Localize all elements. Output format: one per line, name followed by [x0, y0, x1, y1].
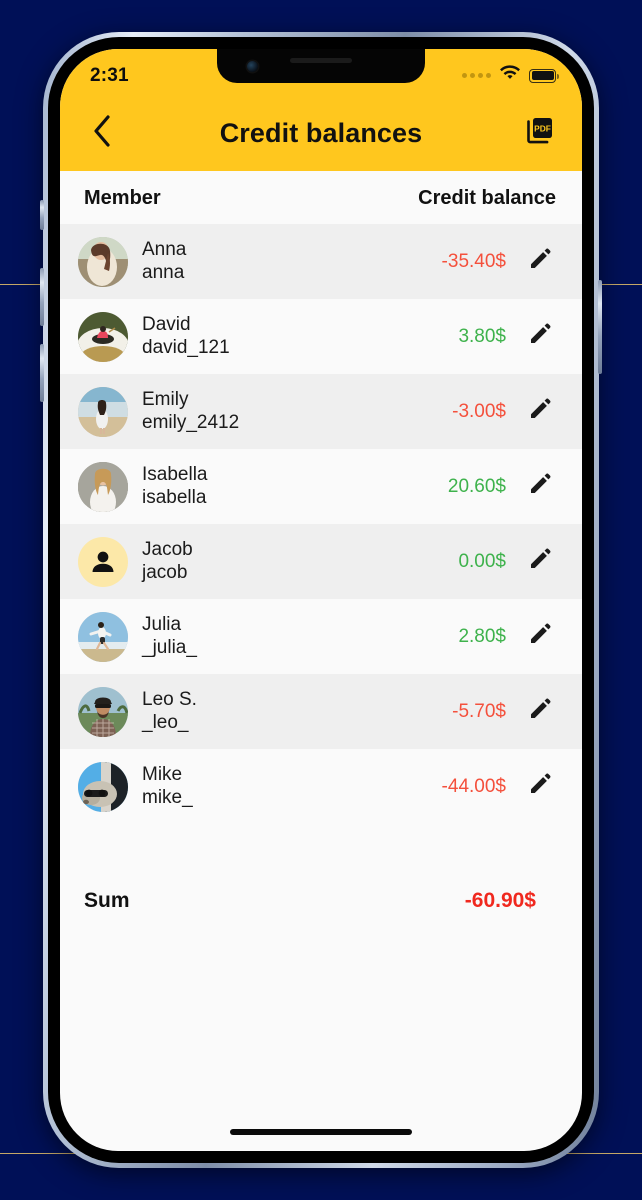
export-pdf-button[interactable]: PDF — [520, 113, 560, 153]
earpiece-speaker-icon — [290, 58, 352, 63]
phone-screen: 2:31 Credit balances PDF Member Credit b… — [60, 49, 582, 1151]
display-notch — [217, 49, 425, 83]
avatar — [78, 536, 128, 587]
edit-pencil-icon — [528, 397, 552, 426]
person-placeholder-icon — [88, 547, 118, 577]
table-row[interactable]: David david_121 3.80$ — [60, 299, 582, 374]
edit-balance-button[interactable] — [520, 542, 560, 582]
member-handle: _leo_ — [142, 711, 189, 733]
chevron-left-icon — [92, 114, 112, 152]
table-header: Member Credit balance — [60, 171, 582, 224]
member-names: Emily emily_2412 — [142, 389, 239, 433]
wifi-icon — [499, 65, 521, 86]
member-name: David — [142, 314, 191, 336]
edit-balance-button[interactable] — [520, 617, 560, 657]
column-header-balance: Credit balance — [418, 187, 556, 209]
status-bar-indicators — [462, 58, 559, 86]
screenshot-stage: 2:31 Credit balances PDF Member Credit b… — [0, 0, 642, 1200]
member-name: Leo S. — [142, 689, 197, 711]
avatar — [78, 461, 128, 512]
credit-balance-value: 3.80$ — [458, 325, 506, 347]
edit-balance-button[interactable] — [520, 692, 560, 732]
volume-up-button[interactable] — [40, 268, 44, 326]
app-navigation-bar: Credit balances PDF — [60, 95, 582, 171]
edit-pencil-icon — [528, 322, 552, 351]
credit-balance-value: 0.00$ — [458, 550, 506, 572]
edit-pencil-icon — [528, 472, 552, 501]
member-names: Julia _julia_ — [142, 614, 197, 658]
edit-balance-button[interactable] — [520, 317, 560, 357]
credit-balance-value: 20.60$ — [447, 475, 506, 497]
member-handle: isabella — [142, 486, 207, 508]
member-names: Jacob jacob — [142, 539, 193, 583]
member-names: Leo S. _leo_ — [142, 689, 197, 733]
sum-row: Sum -60.90$ — [60, 878, 582, 924]
avatar — [78, 611, 128, 662]
member-names: Isabella isabella — [142, 464, 208, 508]
edit-balance-button[interactable] — [520, 767, 560, 807]
pdf-export-icon: PDF — [525, 116, 555, 151]
member-name: Mike — [142, 764, 183, 786]
member-handle: emily_2412 — [142, 411, 240, 433]
table-row[interactable]: Anna anna -35.40$ — [60, 224, 582, 299]
edit-balance-button[interactable] — [520, 467, 560, 507]
volume-down-button[interactable] — [40, 344, 44, 402]
table-row[interactable]: Isabella isabella 20.60$ — [60, 449, 582, 524]
table-row[interactable]: Mike mike_ -44.00$ — [60, 749, 582, 824]
member-list: Anna anna -35.40$ David david_121 3.80$ … — [60, 224, 582, 824]
credit-balance-value: -35.40$ — [441, 250, 506, 272]
edit-pencil-icon — [528, 622, 552, 651]
member-handle: mike_ — [142, 786, 193, 808]
member-handle: _julia_ — [142, 636, 197, 658]
member-handle: anna — [142, 261, 185, 283]
table-row[interactable]: Julia _julia_ 2.80$ — [60, 599, 582, 674]
credit-balance-value: -5.70$ — [452, 700, 506, 722]
page-title: Credit balances — [219, 117, 423, 148]
member-name: Anna — [142, 239, 187, 261]
edit-balance-button[interactable] — [520, 242, 560, 282]
edit-pencil-icon — [528, 547, 552, 576]
member-name: Isabella — [142, 464, 208, 486]
silent-switch-button[interactable] — [40, 200, 44, 230]
avatar — [78, 686, 128, 737]
home-indicator[interactable] — [230, 1129, 412, 1135]
member-names: David david_121 — [142, 314, 230, 358]
status-bar-clock: 2:31 — [90, 64, 129, 86]
battery-full-icon — [529, 68, 559, 83]
member-name: Julia — [142, 614, 182, 636]
edit-pencil-icon — [528, 247, 552, 276]
member-names: Mike mike_ — [142, 764, 193, 808]
avatar — [78, 386, 128, 437]
svg-text:PDF: PDF — [534, 123, 551, 133]
member-handle: jacob — [142, 561, 188, 583]
credit-balance-value: 2.80$ — [458, 625, 506, 647]
front-camera-icon — [247, 61, 258, 72]
signal-dots-icon — [462, 73, 491, 78]
credit-balance-value: -44.00$ — [441, 775, 506, 797]
edit-pencil-icon — [528, 697, 552, 726]
edit-pencil-icon — [528, 772, 552, 801]
column-header-member: Member — [84, 187, 161, 209]
sum-spacer — [60, 824, 582, 878]
power-button[interactable] — [598, 280, 602, 374]
member-names: Anna anna — [142, 239, 186, 283]
member-name: Jacob — [142, 539, 193, 561]
avatar — [78, 236, 128, 287]
table-row[interactable]: Emily emily_2412 -3.00$ — [60, 374, 582, 449]
table-row[interactable]: Jacob jacob 0.00$ — [60, 524, 582, 599]
avatar — [78, 761, 128, 812]
sum-label: Sum — [84, 889, 130, 912]
member-name: Emily — [142, 389, 189, 411]
table-row[interactable]: Leo S. _leo_ -5.70$ — [60, 674, 582, 749]
member-handle: david_121 — [142, 336, 230, 358]
credit-balance-value: -3.00$ — [452, 400, 506, 422]
avatar — [78, 311, 128, 362]
phone-frame: 2:31 Credit balances PDF Member Credit b… — [40, 32, 602, 1168]
edit-balance-button[interactable] — [520, 392, 560, 432]
sum-value: -60.90$ — [464, 889, 536, 912]
back-button[interactable] — [82, 113, 122, 153]
